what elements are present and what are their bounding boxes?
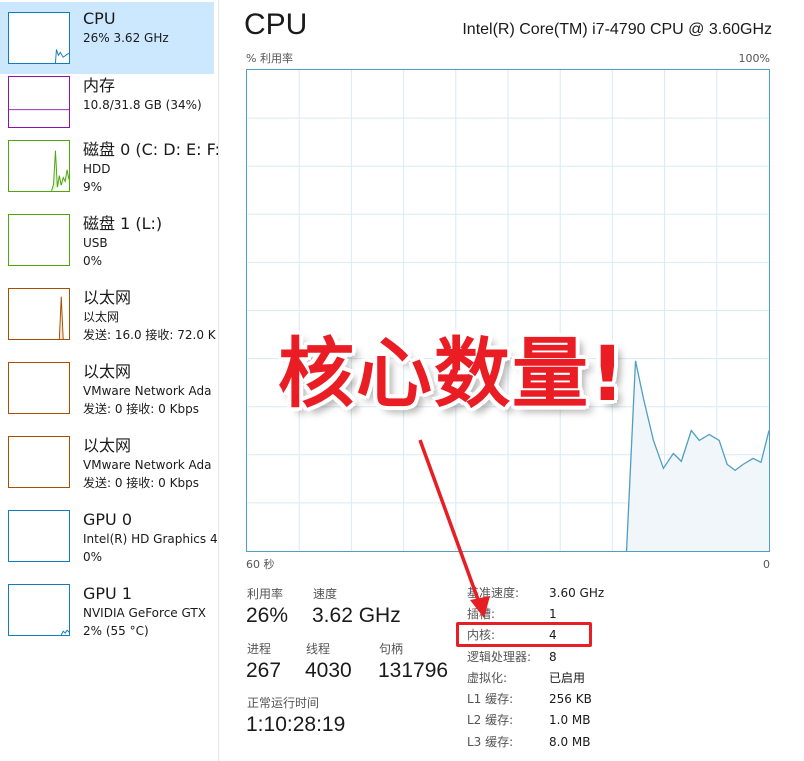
threads-label: 线程: [306, 642, 331, 656]
sidebar-item-detail: 发送: 0 接收: 0 Kbps: [83, 476, 199, 490]
sidebar-item-subtitle: HDD: [83, 162, 111, 176]
sidebar-item-subtitle: 26% 3.62 GHz: [83, 31, 169, 45]
graph-y-axis-label: % 利用率: [246, 52, 293, 65]
graph-x-left-label: 60 秒: [246, 558, 275, 571]
sidebar-item-subtitle: VMware Network Ada: [83, 458, 212, 472]
ethernet-3-thumbnail-graph: [8, 436, 70, 488]
cpu-utilization-graph-canvas: [247, 70, 769, 551]
detail-value: 256 KB: [549, 692, 592, 706]
processes-value: 267: [246, 659, 282, 682]
sidebar-item-detail: 0%: [83, 254, 103, 268]
sidebar-item-title: 磁盘 1 (L:): [83, 214, 163, 233]
detail-label: 基准速度:: [467, 586, 520, 600]
memory-thumbnail-graph: [8, 76, 70, 128]
utilization-label: 利用率: [247, 587, 284, 601]
ethernet-1-thumbnail-graph: [8, 288, 70, 340]
sidebar-item-title: 以太网: [83, 362, 132, 381]
sidebar-item-subtitle: VMware Network Ada: [83, 384, 212, 398]
detail-label: 插槽:: [467, 607, 496, 621]
sidebar-item-title: GPU 0: [83, 510, 133, 529]
sidebar-item-detail: 0%: [83, 550, 103, 564]
detail-value: 8: [549, 650, 557, 664]
sidebar-item-subtitle: 以太网: [83, 310, 120, 324]
detail-label: L1 缓存:: [467, 692, 514, 706]
detail-label: 虚拟化:: [467, 671, 508, 685]
sidebar-item-gpu-0[interactable]: GPU 0 Intel(R) HD Graphics 4 0%: [0, 510, 218, 582]
sidebar-item-title: 内存: [83, 76, 116, 95]
sidebar-item-title: 以太网: [83, 288, 132, 307]
detail-row-sockets: 插槽: 1: [467, 604, 767, 624]
sidebar-item-gpu-1[interactable]: GPU 1 NVIDIA GeForce GTX 2% (55 °C): [0, 584, 214, 656]
sidebar-item-subtitle: 10.8/31.8 GB (34%): [83, 98, 202, 112]
sidebar-item-subtitle: NVIDIA GeForce GTX: [83, 606, 206, 620]
uptime-label: 正常运行时间: [247, 696, 320, 710]
speed-label: 速度: [313, 587, 338, 601]
detail-value: 1.0 MB: [549, 713, 591, 727]
sidebar-item-disk-0[interactable]: 磁盘 0 (C: D: E: F: HDD 9%: [0, 140, 218, 212]
detail-value: 8.0 MB: [549, 735, 591, 749]
graph-y-max-label: 100%: [738, 52, 770, 65]
detail-value: 已启用: [549, 671, 586, 685]
sidebar-item-ethernet-3[interactable]: 以太网 VMware Network Ada 发送: 0 接收: 0 Kbps: [0, 436, 214, 508]
processes-label: 进程: [247, 642, 272, 656]
sidebar-item-detail: 发送: 0 接收: 0 Kbps: [83, 402, 199, 416]
graph-utilization-area: [626, 360, 769, 551]
annotation-text: 核心数量!: [278, 329, 627, 418]
sidebar-item-ethernet-1[interactable]: 以太网 以太网 发送: 16.0 接收: 72.0 K: [0, 288, 216, 360]
sidebar-item-ethernet-2[interactable]: 以太网 VMware Network Ada 发送: 0 接收: 0 Kbps: [0, 362, 214, 434]
detail-row-base-speed: 基准速度: 3.60 GHz: [467, 583, 767, 603]
ethernet-2-thumbnail-graph: [8, 362, 70, 414]
gpu-1-thumbnail-graph: [8, 584, 70, 636]
handles-value: 131796: [378, 659, 449, 682]
disk-0-thumbnail-graph: [8, 140, 70, 192]
detail-label: L3 缓存:: [467, 735, 514, 749]
sidebar-item-title: 以太网: [83, 436, 132, 455]
sidebar-item-cpu[interactable]: CPU 26% 3.62 GHz: [0, 2, 214, 74]
sidebar-item-subtitle: USB: [83, 236, 108, 250]
cpu-thumbnail-graph: [8, 12, 70, 64]
gpu-0-thumbnail-graph: [8, 510, 70, 562]
sidebar-item-detail: 9%: [83, 180, 103, 194]
detail-label: L2 缓存:: [467, 713, 514, 727]
threads-value: 4030: [305, 659, 352, 682]
cpu-utilization-graph: [246, 69, 770, 552]
sidebar-item-subtitle: Intel(R) HD Graphics 4: [83, 532, 218, 546]
utilization-value: 26%: [246, 604, 289, 627]
cores-highlight-box: [456, 622, 592, 647]
detail-value: 3.60 GHz: [549, 586, 605, 600]
sidebar-item-detail: 2% (55 °C): [83, 624, 149, 638]
sidebar-item-title: GPU 1: [83, 584, 133, 603]
sidebar-item-detail: 发送: 16.0 接收: 72.0 K: [83, 328, 216, 342]
detail-label: 逻辑处理器:: [467, 650, 532, 664]
detail-value: 1: [549, 607, 557, 621]
cpu-model-name: Intel(R) Core(TM) i7-4790 CPU @ 3.60GHz: [462, 21, 772, 38]
detail-row-l1-cache: L1 缓存: 256 KB: [467, 689, 767, 709]
sidebar: CPU 26% 3.62 GHz 内存 10.8/31.8 GB (34%) 磁…: [0, 0, 219, 761]
page-title: CPU: [244, 8, 308, 41]
graph-x-right-label: 0: [763, 558, 770, 571]
speed-value: 3.62 GHz: [312, 604, 401, 627]
disk-1-thumbnail-graph: [8, 214, 70, 266]
detail-row-logical-processors: 逻辑处理器: 8: [467, 647, 767, 667]
sidebar-item-title: 磁盘 0 (C: D: E: F:: [83, 140, 218, 159]
detail-row-l2-cache: L2 缓存: 1.0 MB: [467, 710, 767, 730]
sidebar-item-disk-1[interactable]: 磁盘 1 (L:) USB 0%: [0, 214, 214, 286]
uptime-value: 1:10:28:19: [246, 713, 346, 736]
sidebar-item-title: CPU: [83, 9, 116, 28]
detail-row-virtualization: 虚拟化: 已启用: [467, 668, 767, 688]
sidebar-item-memory[interactable]: 内存 10.8/31.8 GB (34%): [0, 76, 214, 148]
detail-row-l3-cache: L3 缓存: 8.0 MB: [467, 732, 767, 752]
handles-label: 句柄: [379, 642, 404, 656]
